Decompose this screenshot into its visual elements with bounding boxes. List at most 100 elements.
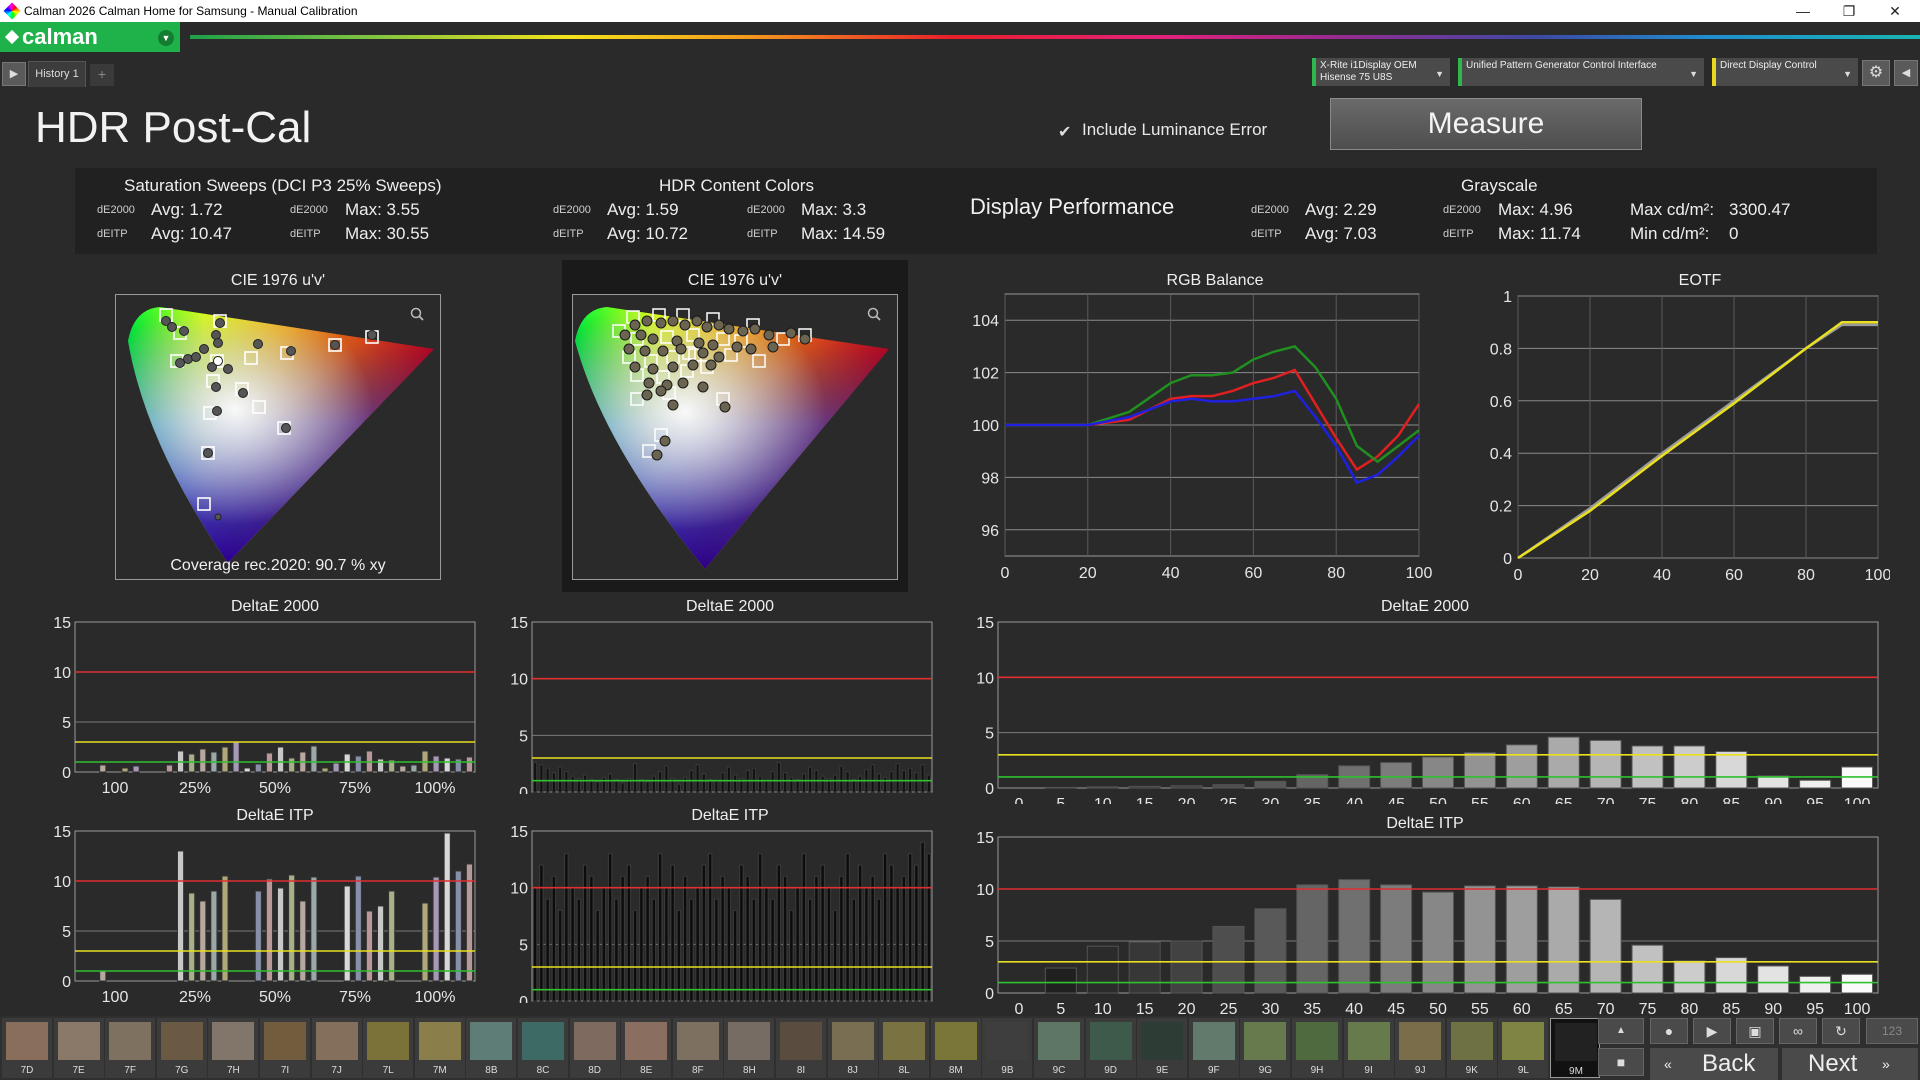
patch-item[interactable]: 8C	[518, 1018, 568, 1078]
patch-item[interactable]: 9K	[1446, 1018, 1497, 1078]
y-tick-label: 104	[972, 313, 999, 330]
display-control-selector[interactable]: Direct Display Control ▼	[1712, 58, 1858, 86]
bar	[701, 773, 706, 793]
bar	[343, 885, 351, 982]
rainbow-divider	[190, 35, 1920, 39]
add-tab-button[interactable]: +	[90, 64, 114, 86]
patch-item[interactable]: 8B	[466, 1018, 517, 1078]
meter-selector[interactable]: X-Rite i1Display OEM Hisense 75 U8S ▼	[1312, 58, 1450, 86]
patch-item[interactable]: 9E	[1137, 1018, 1188, 1078]
patch-item[interactable]: 8F	[672, 1018, 723, 1078]
patch-swatch	[367, 1022, 410, 1060]
patch-item[interactable]: 9G	[1240, 1018, 1291, 1078]
patch-item[interactable]: 7L	[363, 1018, 414, 1078]
patch-item[interactable]: 9H	[1292, 1018, 1342, 1078]
patch-label: 7M	[432, 1065, 447, 1076]
gs-de2000-chart[interactable]: 0 5 10 15 0 5 10 15 20 25 30 35 40 45 50 55 60 65 70 75 80 85…	[960, 614, 1890, 804]
collapse-icon[interactable]: ◀	[1894, 60, 1918, 86]
stop-icon[interactable]: ●	[1650, 1018, 1688, 1044]
pattern-generator-selector[interactable]: Unified Pattern Generator Control Interf…	[1458, 58, 1704, 86]
gs-deitp-chart[interactable]: 0 5 10 15 0 5 10 15 20 25 30 35 40 45 50 55 60 65 70 75 80 85…	[960, 831, 1890, 1016]
hdr-deitp-chart[interactable]: 0 5 10 15	[490, 823, 940, 1003]
gear-icon[interactable]: ⚙	[1862, 60, 1890, 86]
logo-diamond-icon	[4, 29, 20, 45]
bar	[714, 780, 719, 793]
patch-item[interactable]: 7I	[260, 1018, 310, 1078]
patch-item[interactable]: 8H	[724, 1018, 775, 1078]
bar	[732, 909, 738, 1002]
patch-item[interactable]: 7J	[311, 1018, 362, 1078]
patch-item[interactable]: 9J	[1395, 1018, 1446, 1078]
bar	[551, 875, 557, 1002]
patch-item[interactable]: 9L	[1498, 1018, 1549, 1078]
patch-item[interactable]: 7D	[2, 1018, 52, 1078]
patch-item[interactable]: 9D	[1085, 1018, 1136, 1078]
patch-item[interactable]: 9B	[982, 1018, 1033, 1078]
patch-swatch	[728, 1022, 771, 1060]
stop-square-icon[interactable]: ■	[1598, 1048, 1644, 1076]
bar	[377, 905, 385, 982]
patch-item[interactable]: 7H	[208, 1018, 259, 1078]
patch-swatch	[573, 1022, 616, 1060]
bar	[720, 772, 725, 793]
patch-item[interactable]: 8J	[827, 1018, 878, 1078]
sat-deitp-chart[interactable]: 0 5 10 15 100 25% 50% 75% 100%	[30, 823, 485, 1003]
patch-item[interactable]: 9C	[1034, 1018, 1084, 1078]
patch-item[interactable]: 7G	[156, 1018, 207, 1078]
patch-item[interactable]: 7F	[105, 1018, 156, 1078]
cie-right-diagram[interactable]	[572, 294, 898, 580]
close-button[interactable]: ✕	[1872, 0, 1918, 22]
patch-item[interactable]: 8L	[879, 1018, 930, 1078]
measured-point	[651, 449, 663, 461]
patch-item[interactable]: 7M	[414, 1018, 465, 1078]
bar	[410, 764, 418, 773]
eotf-chart[interactable]: 0 0.2 0.4 0.6 0.8 1 0 20 40 60 80 100	[1480, 288, 1890, 588]
x-tick-label: 60	[1513, 796, 1531, 804]
bar	[608, 773, 613, 793]
patch-item[interactable]: 9I	[1343, 1018, 1394, 1078]
hdr-de2000-chart[interactable]: 0 5 10 15	[490, 614, 940, 794]
patch-item[interactable]: 9M	[1550, 1018, 1600, 1078]
patch-item[interactable]: 7E	[53, 1018, 104, 1078]
next-button[interactable]: Next »	[1782, 1048, 1918, 1080]
measured-point	[693, 337, 705, 349]
bar	[221, 746, 229, 773]
patch-item[interactable]: 8D	[569, 1018, 620, 1078]
chevron-down-icon: ▼	[1689, 69, 1698, 79]
x-tick-label: 90	[1764, 1001, 1782, 1016]
x-tick-label: 75	[1639, 1001, 1657, 1016]
bar	[695, 764, 700, 793]
magnifier-icon[interactable]	[410, 307, 424, 321]
magnifier-icon[interactable]	[867, 307, 881, 321]
patch-item[interactable]: 8E	[621, 1018, 672, 1078]
x-tick-label: 50%	[259, 780, 291, 794]
x-tick-label: 25	[1220, 796, 1238, 804]
back-button[interactable]: « Back	[1650, 1048, 1778, 1080]
y-tick-label: 15	[53, 824, 71, 841]
scroll-up-icon[interactable]: ▲	[1598, 1018, 1644, 1044]
bar	[795, 887, 800, 1002]
patch-item[interactable]: 8I	[776, 1018, 826, 1078]
cie-left-diagram[interactable]: Coverage rec.2020: 90.7 % xy	[115, 294, 441, 580]
bar	[288, 874, 296, 982]
sat-de2000-chart[interactable]: 0 5 10 15 100 25% 50% 75% 100%	[30, 614, 485, 794]
save-icon[interactable]: ▣	[1736, 1018, 1774, 1044]
refresh-icon[interactable]: ↻	[1822, 1018, 1860, 1044]
patch-swatch	[676, 1022, 719, 1060]
rgb-balance-chart[interactable]: 96 98 100 102 104 0 20 40 60 80 100	[960, 288, 1470, 588]
maximize-button[interactable]: ❐	[1826, 0, 1872, 22]
calman-logo-menu[interactable]: calman ▼	[0, 22, 182, 52]
patch-item[interactable]: 9F	[1188, 1018, 1239, 1078]
bar	[1547, 736, 1580, 789]
measure-button[interactable]: Measure	[1330, 98, 1642, 150]
play-icon[interactable]: ▶	[2, 62, 26, 86]
loop-icon[interactable]: ∞	[1779, 1018, 1817, 1044]
tab-history-1[interactable]: History 1	[28, 61, 86, 87]
measured-point	[639, 345, 651, 357]
include-luminance-checkbox[interactable]: ✔ Include Luminance Error	[1058, 120, 1267, 141]
measured-point	[675, 343, 687, 355]
patch-item[interactable]: 8M	[930, 1018, 981, 1078]
play-icon[interactable]: ▶	[1693, 1018, 1731, 1044]
bar	[1799, 779, 1832, 789]
minimize-button[interactable]: —	[1780, 0, 1826, 22]
